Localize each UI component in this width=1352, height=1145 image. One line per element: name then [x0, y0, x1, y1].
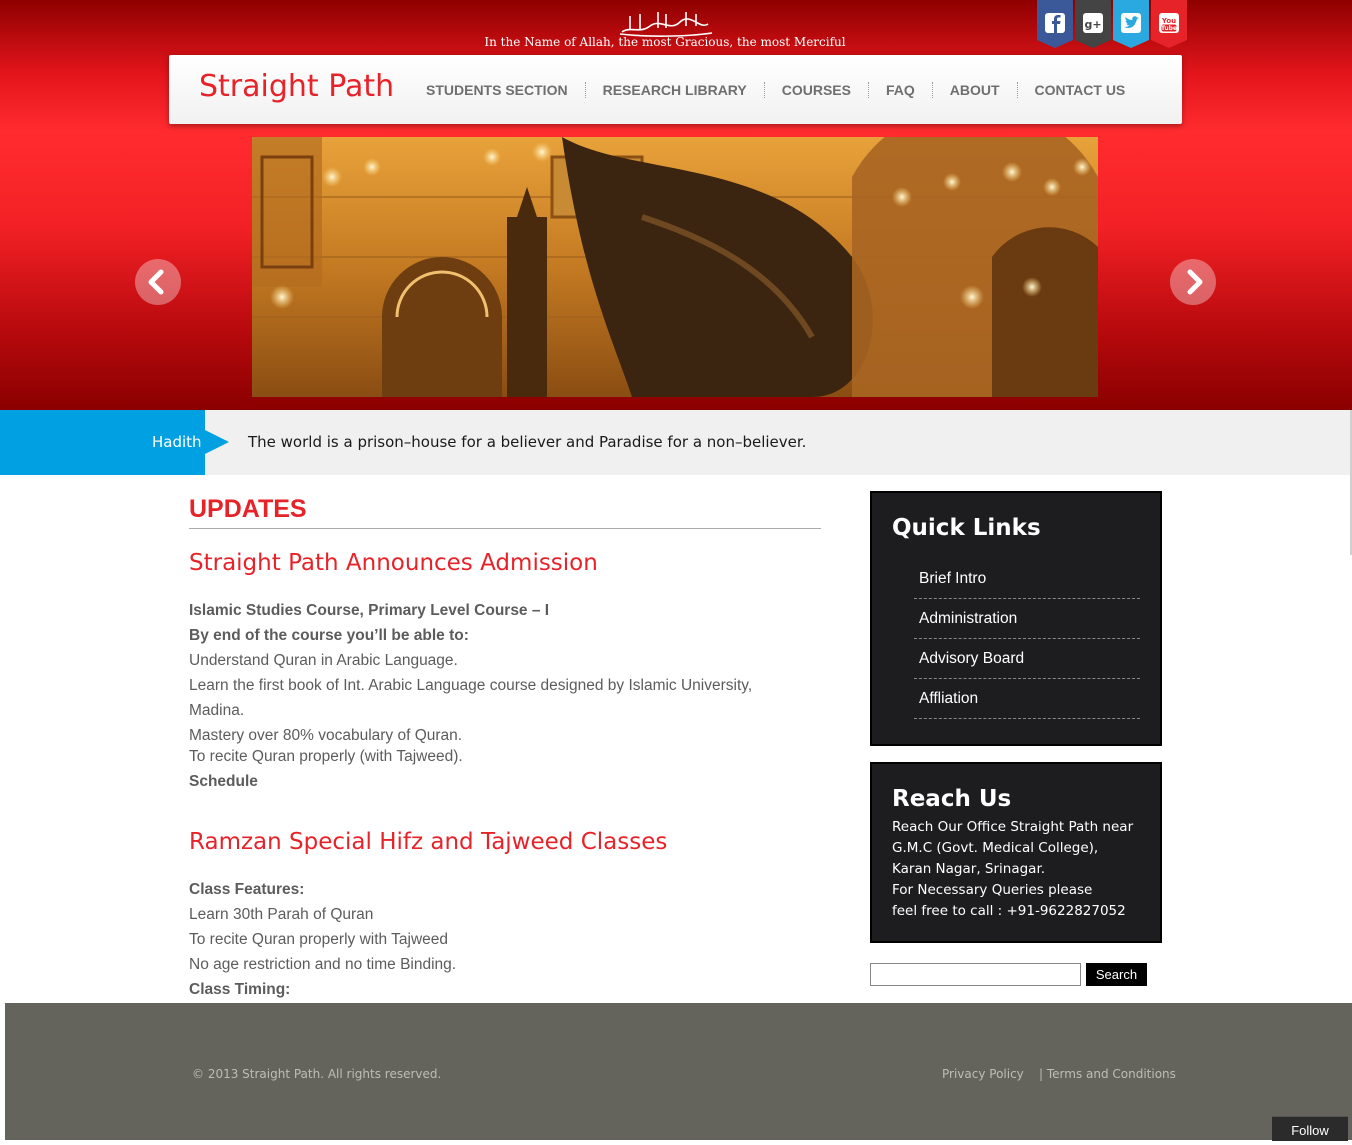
hadith-label: Hadith — [152, 433, 202, 451]
svg-text:g+: g+ — [1084, 18, 1101, 31]
post-line: Learn the first book of Int. Arabic Lang… — [189, 677, 753, 694]
reach-us-line: Karan Nagar, Srinagar. — [892, 861, 1046, 877]
chevron-left-icon — [148, 269, 164, 295]
hadith-tag: Hadith — [0, 410, 229, 475]
slider-prev-button[interactable] — [135, 259, 181, 305]
post-line: Madina. — [189, 702, 245, 719]
post-line: Class Features: — [189, 881, 305, 898]
quick-links-title: Quick Links — [892, 515, 1041, 541]
hadith-text: The world is a prison–house for a believ… — [248, 433, 807, 451]
bismillah-calligraphy-icon — [619, 12, 713, 37]
updates-heading: UPDATES — [189, 495, 821, 529]
terms-link[interactable]: | Terms and Conditions — [1039, 1067, 1176, 1081]
post-line: By end of the course you’ll be able to: — [189, 627, 469, 644]
footer: © 2013 Straight Path. All rights reserve… — [5, 1003, 1352, 1140]
nav-about[interactable]: ABOUT — [931, 81, 1017, 98]
post-line: No age restriction and no time Binding. — [189, 956, 457, 973]
nav-courses[interactable]: COURSES — [763, 81, 868, 98]
reach-us-title: Reach Us — [892, 786, 1012, 812]
nav-research-library[interactable]: RESEARCH LIBRARY — [584, 81, 764, 98]
reach-us-line: For Necessary Queries please — [892, 882, 1093, 898]
svg-text:You: You — [1161, 17, 1176, 25]
facebook-icon[interactable] — [1037, 0, 1073, 48]
hero-banner: In the Name of Allah, the most Gracious,… — [0, 0, 1352, 410]
search-input[interactable] — [870, 963, 1081, 986]
main-navbar: Straight Path STUDENTS SECTION RESEARCH … — [169, 55, 1182, 124]
post-line: Schedule — [189, 773, 258, 790]
follow-button[interactable]: Follow — [1272, 1116, 1348, 1141]
search-button[interactable]: Search — [1086, 963, 1147, 986]
post-line: Learn 30th Parah of Quran — [189, 906, 374, 923]
google-plus-icon[interactable]: g+ — [1075, 0, 1111, 48]
post-line: To recite Quran properly with Tajweed — [189, 931, 449, 948]
main-nav: STUDENTS SECTION RESEARCH LIBRARY COURSE… — [409, 55, 1142, 124]
quick-link-brief-intro[interactable]: Brief Intro — [914, 570, 1140, 599]
post-title-admission[interactable]: Straight Path Announces Admission — [189, 550, 598, 576]
reach-us-line: feel free to call : +91-9622827052 — [892, 903, 1126, 919]
nav-contact-us[interactable]: CONTACT US — [1016, 81, 1143, 98]
slider-image — [252, 137, 1098, 397]
post-line: Class Timing: — [189, 981, 291, 998]
quick-link-advisory-board[interactable]: Advisory Board — [914, 650, 1140, 679]
twitter-icon[interactable] — [1113, 0, 1149, 48]
quick-link-affliation[interactable]: Affliation — [914, 690, 1140, 719]
quick-link-administration[interactable]: Administration — [914, 610, 1140, 639]
reach-us-line: G.M.C (Govt. Medical College), — [892, 840, 1099, 856]
reach-us-line: Reach Our Office Straight Path near — [892, 819, 1134, 835]
quick-links-widget: Quick Links Brief Intro Administration A… — [870, 491, 1162, 746]
post-line: Understand Quran in Arabic Language. — [189, 652, 458, 669]
nav-faq[interactable]: FAQ — [867, 81, 932, 98]
copyright: © 2013 Straight Path. All rights reserve… — [192, 1067, 442, 1081]
reach-us-widget: Reach Us Reach Our Office Straight Path … — [870, 762, 1162, 943]
privacy-policy-link[interactable]: Privacy Policy — [942, 1067, 1024, 1081]
post-line: Islamic Studies Course, Primary Level Co… — [189, 602, 550, 619]
site-logo[interactable]: Straight Path — [199, 69, 394, 104]
post-line: To recite Quran properly (with Tajweed). — [189, 748, 463, 765]
youtube-icon[interactable]: You Tube — [1151, 0, 1187, 48]
svg-text:Tube: Tube — [1161, 25, 1177, 32]
hadith-bar: Hadith The world is a prison–house for a… — [0, 410, 1352, 475]
chevron-right-icon — [1187, 269, 1203, 295]
post-line: Mastery over 80% vocabulary of Quran. — [189, 727, 463, 744]
slider-next-button[interactable] — [1170, 259, 1216, 305]
post-title-ramzan[interactable]: Ramzan Special Hifz and Tajweed Classes — [189, 829, 667, 855]
nav-students-section[interactable]: STUDENTS SECTION — [409, 82, 585, 98]
